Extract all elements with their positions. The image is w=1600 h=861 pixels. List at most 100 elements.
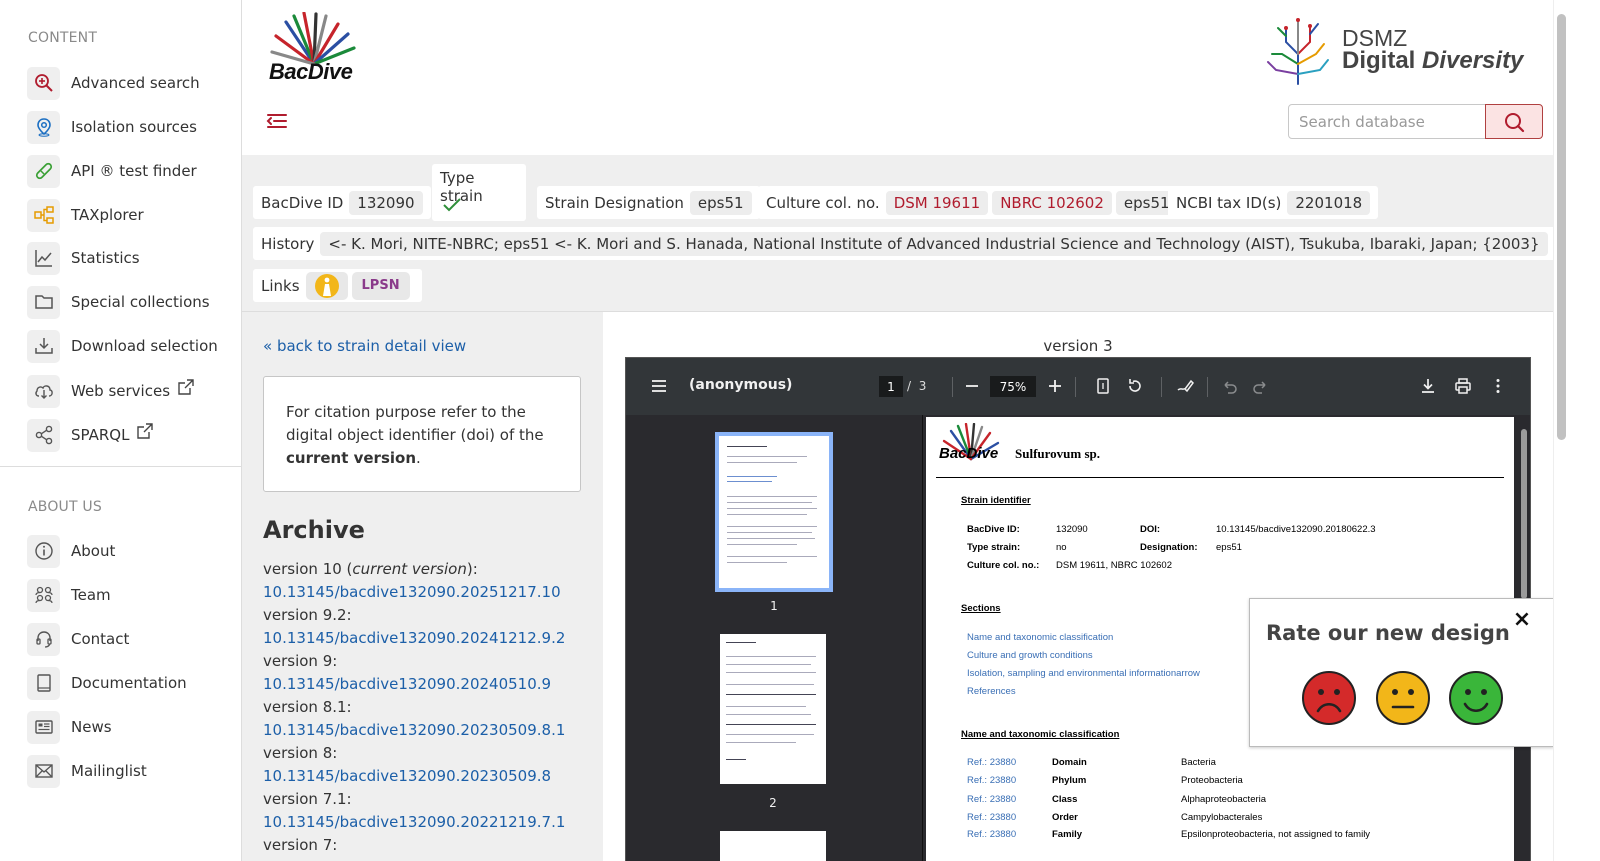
- pdf-rank: Domain: [1052, 757, 1087, 768]
- sidebar-item-label: API ® test finder: [71, 162, 197, 180]
- pdf-ref-link[interactable]: Ref.: 23880: [967, 757, 1016, 768]
- info-person-icon: [314, 273, 339, 298]
- sidebar-item-advanced-search[interactable]: Advanced search: [27, 66, 200, 100]
- search-button[interactable]: [1485, 104, 1543, 139]
- sidebar-item-about[interactable]: About: [27, 534, 115, 568]
- type-strain-box: Type strain: [432, 164, 526, 221]
- zoom-out-icon[interactable]: [963, 377, 981, 395]
- download-icon[interactable]: [1419, 377, 1437, 395]
- close-icon[interactable]: ×: [1510, 609, 1534, 633]
- sidebar-item-team[interactable]: Team: [27, 578, 111, 612]
- fit-page-icon[interactable]: [1094, 377, 1112, 395]
- toolbar-divider: [1207, 377, 1208, 397]
- redo-icon[interactable]: [1252, 377, 1270, 395]
- pdf-section-link[interactable]: Culture and growth conditions: [967, 650, 1093, 661]
- page-number-input[interactable]: 1: [879, 376, 903, 397]
- bacdive-id-label: BacDive ID: [261, 193, 344, 212]
- page-scrollbar[interactable]: [1553, 0, 1570, 861]
- culture-col-nbrc-link[interactable]: NBRC 102602: [992, 190, 1112, 215]
- undo-icon[interactable]: [1220, 377, 1238, 395]
- sidebar-item-web-services[interactable]: Web services: [27, 374, 194, 408]
- sidebar-item-taxplorer[interactable]: TAXplorer: [27, 198, 144, 232]
- print-icon[interactable]: [1454, 377, 1472, 395]
- line-chart-icon: [27, 241, 60, 275]
- thumbnail-label: 2: [769, 796, 777, 810]
- ncbi-tax-label: NCBI tax ID(s): [1176, 193, 1282, 212]
- search-icon: [1505, 112, 1525, 132]
- strain-designation-box: Strain Designation eps51: [537, 186, 760, 219]
- sad-face-icon[interactable]: [1301, 670, 1357, 726]
- version-label: version 8:: [263, 744, 338, 762]
- thumbnail-pane: 1 2: [626, 415, 922, 861]
- history-value: <- K. Mori, NITE-NBRC; eps51 <- K. Mori …: [320, 231, 1548, 256]
- sidebar-menu-icon[interactable]: [650, 377, 668, 395]
- pdf-rank-value: Campylobacterales: [1181, 812, 1263, 823]
- sidebar-item-news[interactable]: News: [27, 710, 112, 744]
- sidebar-item-label: Statistics: [71, 249, 140, 267]
- pdf-bacdive-id-value: 132090: [1056, 524, 1088, 535]
- sidebar-item-sparql[interactable]: SPARQL: [27, 418, 154, 452]
- pdf-section-link[interactable]: Isolation, sampling and environmental in…: [967, 668, 1200, 679]
- page-thumbnail-1[interactable]: [715, 432, 833, 592]
- ncbi-tax-value[interactable]: 2201018: [1287, 190, 1371, 215]
- neutral-face-icon[interactable]: [1375, 670, 1431, 726]
- annotate-icon[interactable]: [1176, 377, 1194, 395]
- lpsn-link[interactable]: LPSN: [351, 271, 410, 300]
- sidebar-item-label: Isolation sources: [71, 118, 197, 136]
- sidebar-item-statistics[interactable]: Statistics: [27, 241, 140, 275]
- happy-face-icon[interactable]: [1448, 670, 1504, 726]
- version-doi-link[interactable]: 10.13145/bacdive132090.20240510.9: [263, 673, 593, 696]
- pdf-ref-link[interactable]: Ref.: 23880: [967, 775, 1016, 786]
- info-link-logo[interactable]: [305, 271, 348, 300]
- pdf-rank: Order: [1052, 812, 1078, 823]
- version-label: version 7:: [263, 836, 338, 854]
- pdf-rank: Phylum: [1052, 775, 1087, 786]
- version-label: version 7.1:: [263, 790, 352, 808]
- zoom-in-icon[interactable]: [1046, 377, 1064, 395]
- download-tray-icon: [27, 329, 60, 363]
- culture-col-dsm-link[interactable]: DSM 19611: [885, 190, 989, 215]
- rotate-icon[interactable]: [1126, 377, 1144, 395]
- archive-item: version 8: 10.13145/bacdive132090.202305…: [263, 742, 593, 788]
- pdf-ref-link[interactable]: Ref.: 23880: [967, 812, 1016, 823]
- pdf-section-link[interactable]: References: [967, 686, 1016, 697]
- page-thumbnail-2[interactable]: [720, 634, 826, 784]
- version-doi-link[interactable]: 10.13145/bacdive132090.20221219.7.1: [263, 811, 593, 834]
- pdf-section-link[interactable]: Name and taxonomic classification: [967, 632, 1113, 643]
- pdf-ref-link[interactable]: Ref.: 23880: [967, 794, 1016, 805]
- version-doi-link[interactable]: 10.13145/bacdive132090.20251217.10: [263, 581, 593, 604]
- page-thumbnail-3[interactable]: [720, 831, 826, 861]
- version-doi-link[interactable]: 10.13145/bacdive132090.20230509.8: [263, 765, 593, 788]
- menu-collapse-icon[interactable]: [264, 108, 290, 134]
- archive-item: version 7:: [263, 834, 593, 857]
- links-box: Links LPSN: [253, 269, 422, 302]
- version-doi-link[interactable]: 10.13145/bacdive132090.20230509.8.1: [263, 719, 593, 742]
- search-input[interactable]: [1288, 104, 1486, 139]
- location-pin-icon: [27, 110, 60, 144]
- sidebar-item-download-selection[interactable]: Download selection: [27, 329, 218, 363]
- cloud-download-icon: [27, 374, 60, 408]
- culture-col-label: Culture col. no.: [766, 193, 880, 212]
- pdf-ref-link[interactable]: Ref.: 23880: [967, 829, 1016, 840]
- bacdive-logo[interactable]: BacDive: [264, 11, 364, 90]
- sidebar-item-documentation[interactable]: Documentation: [27, 666, 187, 700]
- history-box: History <- K. Mori, NITE-NBRC; eps51 <- …: [253, 227, 1556, 260]
- back-to-strain-link[interactable]: « back to strain detail view: [263, 337, 466, 355]
- pdf-doi-label: DOI:: [1140, 524, 1161, 535]
- headset-icon: [27, 622, 60, 656]
- bacdive-id-value: 132090: [349, 190, 423, 215]
- sidebar-item-contact[interactable]: Contact: [27, 622, 129, 656]
- more-options-icon[interactable]: [1489, 377, 1507, 395]
- sidebar-item-api-test-finder[interactable]: API ® test finder: [27, 154, 197, 188]
- sidebar-item-mailinglist[interactable]: Mailinglist: [27, 754, 147, 788]
- history-label: History: [261, 234, 315, 253]
- pdf-culture-value: DSM 19611, NBRC 102602: [1056, 560, 1172, 571]
- version-doi-link[interactable]: 10.13145/bacdive132090.20241212.9.2: [263, 627, 593, 650]
- archive-list: version 10 (current version): 10.13145/b…: [263, 558, 593, 857]
- sidebar-item-special-collections[interactable]: Special collections: [27, 285, 210, 319]
- dsmz-digital-diversity-logo[interactable]: DSMZ Digital Diversity: [1262, 14, 1532, 85]
- sidebar-item-isolation-sources[interactable]: Isolation sources: [27, 110, 197, 144]
- page-scrollbar-thumb[interactable]: [1557, 14, 1566, 440]
- zoom-level-input[interactable]: 75%: [990, 376, 1036, 397]
- pdf-scrollbar[interactable]: [1521, 429, 1527, 599]
